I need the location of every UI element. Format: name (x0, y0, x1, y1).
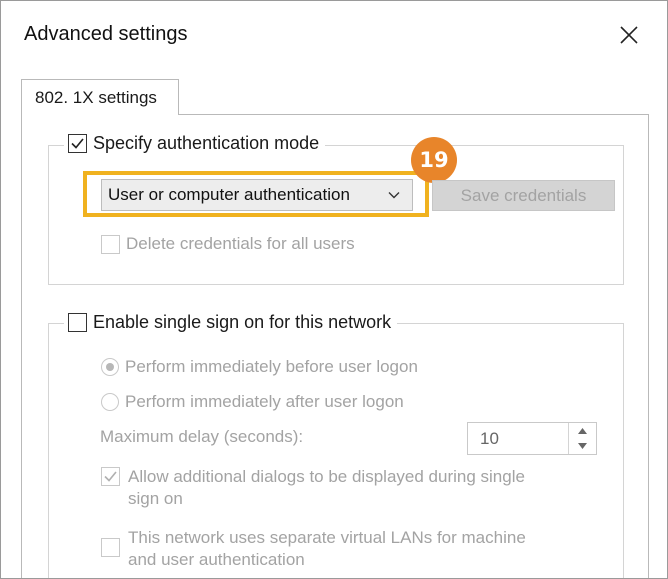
checkmark-icon (104, 471, 117, 482)
tab-8021x-settings[interactable]: 802. 1X settings (21, 79, 179, 115)
tab-strip: 802. 1X settings (1, 79, 667, 115)
auth-mode-select-value: User or computer authentication (108, 185, 350, 204)
radio-before-logon[interactable] (101, 358, 119, 376)
separate-vlans-checkbox[interactable] (101, 538, 120, 557)
radio-after-logon-row[interactable]: Perform immediately after user logon (101, 392, 404, 412)
advanced-settings-dialog: Advanced settings 802. 1X settings Speci… (0, 0, 668, 579)
enable-sso-checkbox-row[interactable]: Enable single sign on for this network (64, 312, 398, 333)
radio-after-logon-label: Perform immediately after user logon (125, 392, 404, 411)
allow-dialogs-checkbox[interactable] (101, 467, 120, 486)
auth-mode-group (48, 145, 624, 285)
close-icon (620, 26, 638, 44)
specify-auth-mode-checkbox-row[interactable]: Specify authentication mode (64, 133, 326, 154)
max-delay-row: Maximum delay (seconds): (100, 427, 303, 447)
separate-vlans-label: This network uses separate virtual LANs … (128, 527, 588, 571)
delete-credentials-row[interactable]: Delete credentials for all users (101, 234, 355, 254)
radio-before-logon-row[interactable]: Perform immediately before user logon (101, 357, 418, 377)
chevron-down-icon (388, 192, 400, 199)
separate-vlans-label-line2: and user authentication (128, 550, 305, 569)
max-delay-value: 10 (480, 429, 499, 448)
enable-sso-label: Enable single sign on for this network (93, 312, 392, 332)
delete-credentials-checkbox[interactable] (101, 234, 120, 254)
auth-mode-select[interactable]: User or computer authentication (101, 179, 413, 211)
specify-auth-mode-label: Specify authentication mode (93, 133, 320, 153)
tab-label: 802. 1X settings (35, 87, 157, 107)
radio-before-logon-label: Perform immediately before user logon (125, 357, 418, 376)
separate-vlans-label-line1: This network uses separate virtual LANs … (128, 528, 526, 547)
close-button[interactable] (613, 19, 645, 51)
dialog-title: Advanced settings (24, 23, 188, 45)
radio-after-logon[interactable] (101, 393, 119, 411)
allow-dialogs-label: Allow additional dialogs to be displayed… (128, 466, 588, 510)
max-delay-spinner[interactable]: 10 (467, 422, 597, 455)
enable-sso-checkbox[interactable] (68, 313, 87, 332)
spinner-up-button[interactable] (569, 423, 596, 439)
spinner-down-button[interactable] (569, 439, 596, 455)
specify-auth-mode-checkbox[interactable] (68, 134, 87, 153)
allow-dialogs-label-line2: sign on (128, 489, 183, 508)
max-delay-label: Maximum delay (seconds): (100, 427, 304, 446)
save-credentials-button[interactable]: Save credentials (432, 180, 615, 211)
allow-dialogs-label-line1: Allow additional dialogs to be displayed… (128, 467, 525, 486)
arrow-down-icon (578, 443, 587, 450)
radio-selected-dot (106, 363, 114, 371)
arrow-up-icon (578, 427, 587, 434)
annotation-step-badge: 19 (411, 137, 457, 183)
checkmark-icon (71, 138, 84, 149)
delete-credentials-label: Delete credentials for all users (126, 234, 355, 253)
spinner-arrows (568, 423, 596, 454)
